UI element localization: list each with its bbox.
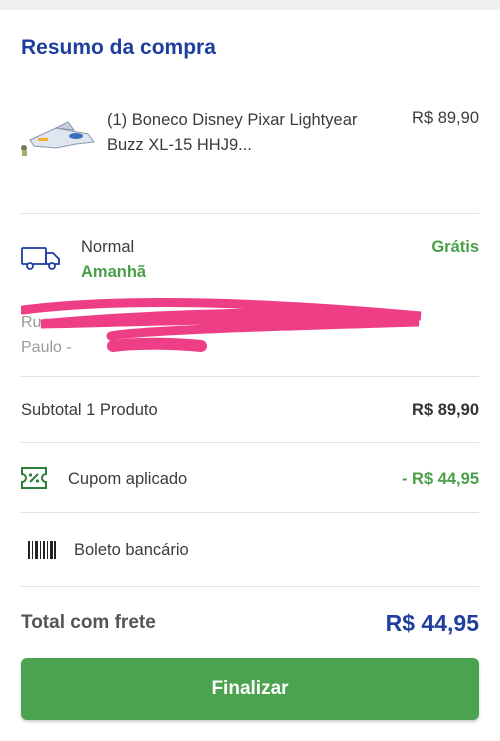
coupon-label: Cupom aplicado xyxy=(68,470,188,488)
total-label: Total com frete xyxy=(21,612,156,633)
divider xyxy=(21,376,479,377)
shipping-eta: Amanhã xyxy=(81,263,147,281)
total-value: R$ 44,95 xyxy=(385,610,479,636)
divider xyxy=(21,586,479,587)
divider xyxy=(21,512,479,513)
product-name[interactable]: (1) Boneco Disney Pixar Lightyear Buzz X… xyxy=(107,108,377,158)
finalize-button[interactable]: Finalizar xyxy=(21,658,479,720)
address-line-1: Rua xyxy=(21,314,51,331)
divider xyxy=(21,213,479,214)
coupon-value: - R$ 44,95 xyxy=(401,470,479,488)
toy-spaceship-image xyxy=(21,121,95,156)
product-thumbnail xyxy=(16,118,96,158)
shipping-price: Grátis xyxy=(431,238,479,256)
payment-method[interactable]: Boleto bancário xyxy=(74,541,189,560)
divider xyxy=(21,442,479,443)
address-line-2: Paulo - xyxy=(21,339,72,356)
top-bar xyxy=(0,0,500,10)
barcode-icon xyxy=(28,541,56,559)
coupon-icon xyxy=(21,467,47,489)
shipping-address: Rua Paulo - xyxy=(21,310,441,360)
subtotal-label: Subtotal 1 Produto xyxy=(21,401,158,419)
shipping-method: Normal xyxy=(81,238,135,256)
truck-icon xyxy=(21,244,61,272)
product-price: R$ 89,90 xyxy=(412,109,479,127)
subtotal-value: R$ 89,90 xyxy=(412,401,479,419)
page-title: Resumo da compra xyxy=(21,36,216,59)
